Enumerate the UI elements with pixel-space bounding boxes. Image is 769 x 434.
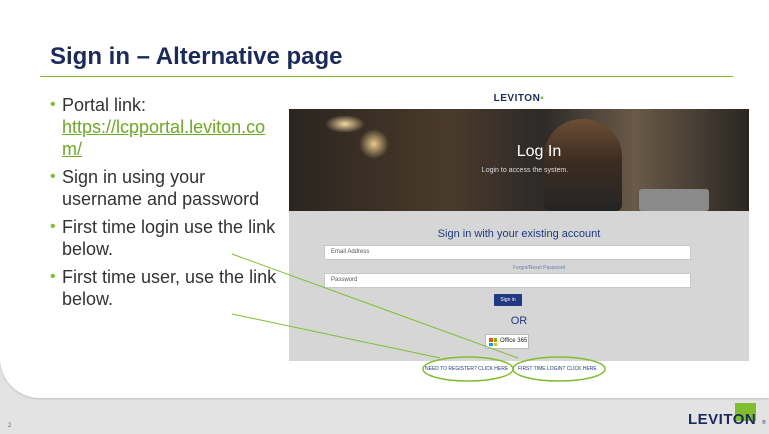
logo-text: LEVITON xyxy=(688,411,757,428)
bullet-text: First time user, use the link below. xyxy=(62,267,277,309)
bullet-text: Portal link: xyxy=(62,95,147,115)
bullet-dot-icon: • xyxy=(50,168,56,185)
login-form: Sign in with your existing account Email… xyxy=(289,211,749,361)
slide: Sign in – Alternative page • Portal link… xyxy=(0,0,769,434)
hero-person-figure xyxy=(544,119,622,211)
bullet-first-user: • First time user, use the link below. xyxy=(50,266,282,310)
registered-mark: ® xyxy=(762,420,766,426)
office-365-button[interactable]: Office 365 xyxy=(485,334,529,349)
bullet-dot-icon: • xyxy=(50,96,56,113)
bullet-sign-in: • Sign in using your username and passwo… xyxy=(50,166,282,210)
leviton-logo: LEVITON ® xyxy=(688,403,768,431)
bullet-dot-icon: • xyxy=(50,218,56,235)
first-time-login-link[interactable]: FIRST TIME LOGIN? CLICK HERE xyxy=(518,366,597,372)
slide-title: Sign in – Alternative page xyxy=(50,43,343,70)
email-field[interactable]: Email Address xyxy=(324,245,691,260)
bullet-text: Sign in using your username and password xyxy=(62,167,260,209)
hero-laptop xyxy=(639,189,709,211)
hero-title: Log In xyxy=(516,143,562,160)
title-divider xyxy=(40,76,733,77)
form-title: Sign in with your existing account xyxy=(437,228,601,240)
bullet-first-login: • First time login use the link below. xyxy=(50,216,282,260)
bullet-text: First time login use the link below. xyxy=(62,217,276,259)
portal-link[interactable]: https://lcpportal.leviton.com/ xyxy=(62,117,265,159)
forgot-password-link[interactable]: Forgot/Reset Password xyxy=(289,265,749,271)
password-field[interactable]: Password xyxy=(324,273,691,288)
hero-subtitle: Login to access the system. xyxy=(481,167,569,174)
login-hero-image: Log In Login to access the system. xyxy=(289,109,749,211)
register-link[interactable]: NEED TO REGISTER? CLICK HERE xyxy=(425,366,508,372)
sign-in-button[interactable]: Sign in xyxy=(494,294,522,306)
or-separator: OR xyxy=(510,315,528,327)
screenshot-brand-text: LEVITON xyxy=(493,93,541,104)
bullet-dot-icon: • xyxy=(50,268,56,285)
bullet-portal-link: • Portal link: https://lcpportal.leviton… xyxy=(50,94,282,160)
office-365-label: Office 365 xyxy=(500,338,528,344)
bullet-list: • Portal link: https://lcpportal.leviton… xyxy=(50,94,282,316)
page-number: 2 xyxy=(8,423,12,429)
screenshot-brand-logo: LEVITON▪ xyxy=(493,93,545,104)
login-page-screenshot: LEVITON▪ Log In Login to access the syst… xyxy=(289,85,749,361)
microsoft-logo-icon xyxy=(489,338,497,346)
